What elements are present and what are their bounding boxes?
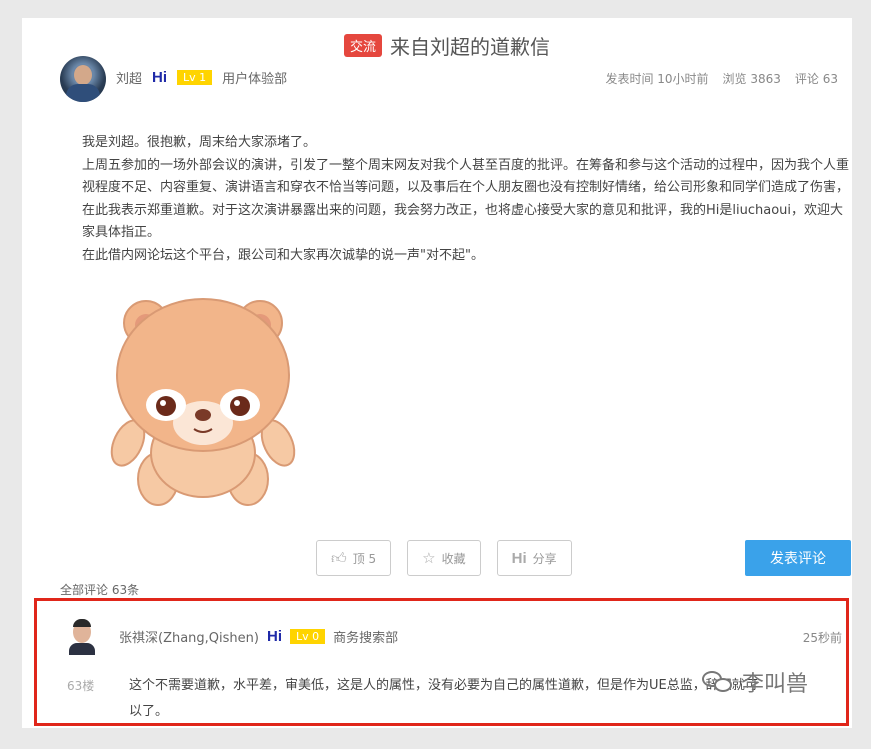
share-button[interactable]: Hi 分享 xyxy=(496,540,572,576)
thumbs-up-icon: 👍︎ xyxy=(331,548,347,567)
wechat-icon xyxy=(702,669,734,695)
share-label: 分享 xyxy=(532,551,557,566)
post-paragraph: 我是刘超。很抱歉，周末给大家添堵了。 xyxy=(82,135,317,150)
hi-icon[interactable]: Hi xyxy=(267,628,282,645)
post-paragraph: 上周五参加的一场外部会议的演讲，引发了一整个周末网友对我个人甚至百度的批评。在筹… xyxy=(82,157,850,241)
hi-icon[interactable]: Hi xyxy=(152,69,167,86)
all-comments-label: 全部评论 63条 xyxy=(60,583,140,597)
view-count: 浏览 3863 xyxy=(722,72,781,86)
post-body: 我是刘超。很抱歉，周末给大家添堵了。 上周五参加的一场外部会议的演讲，引发了一整… xyxy=(82,132,852,267)
favorite-button[interactable]: ☆ 收藏 xyxy=(407,540,481,576)
post-paragraph: 在此借内网论坛这个平台，跟公司和大家再次诚挚的说一声"对不起"。 xyxy=(82,247,484,263)
post-title-text: 来自刘超的道歉信 xyxy=(390,34,551,59)
comment-time: 25秒前 xyxy=(802,631,842,645)
post-meta: 发表时间 10小时前 浏览 3863 评论 63 xyxy=(605,70,838,87)
submit-comment-button[interactable]: 发表评论 xyxy=(745,540,851,576)
commenter-avatar[interactable] xyxy=(67,619,97,655)
watermark: 李叫兽 xyxy=(702,666,808,698)
favorite-label: 收藏 xyxy=(441,551,466,566)
hi-icon: Hi xyxy=(511,549,527,567)
author-avatar[interactable] xyxy=(60,56,106,102)
comment-count: 评论 63 xyxy=(794,72,838,86)
post-title: 交流 来自刘超的道歉信 xyxy=(344,30,550,60)
post-time: 发表时间 10小时前 xyxy=(605,72,709,86)
bear-sticker-image xyxy=(110,298,296,506)
like-button[interactable]: 👍︎ 顶 5 xyxy=(316,540,392,576)
level-badge: Lv 1 xyxy=(177,70,213,85)
comment-floor: 63楼 xyxy=(67,679,95,693)
commenter-name[interactable]: 张祺深(Zhang,Qishen) xyxy=(119,627,259,646)
author-department: 用户体验部 xyxy=(222,72,288,87)
category-tag: 交流 xyxy=(344,33,383,57)
comment-item: 张祺深(Zhang,Qishen) Hi Lv 0 商务搜索部 25秒前 63楼… xyxy=(34,598,849,726)
commenter-info: 张祺深(Zhang,Qishen) Hi Lv 0 商务搜索部 xyxy=(119,627,398,646)
post-actions: 👍︎ 顶 5 ☆ 收藏 Hi 分享 xyxy=(316,540,572,576)
author-info: 刘超 Hi Lv 1 用户体验部 xyxy=(116,68,287,87)
star-icon: ☆ xyxy=(422,549,436,567)
level-badge: Lv 0 xyxy=(289,629,326,644)
author-name[interactable]: 刘超 xyxy=(116,68,142,87)
commenter-department: 商务搜索部 xyxy=(333,631,399,646)
watermark-text: 李叫兽 xyxy=(742,672,809,697)
comment-text: 这个不需要道歉，水平差，审美低，这是人的属性，没有必要为自己的属性道歉，但是作为… xyxy=(129,678,758,719)
like-label: 顶 5 xyxy=(352,551,377,566)
